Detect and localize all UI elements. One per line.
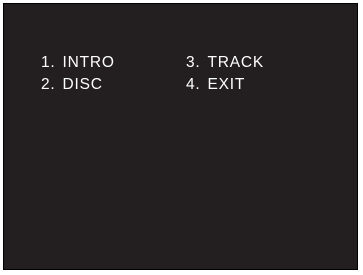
menu-item-label: INTRO [62, 54, 115, 71]
menu-item-exit[interactable]: 4. EXIT [186, 76, 245, 94]
menu-item-track[interactable]: 3. TRACK [186, 54, 264, 72]
menu-item-number: 2. [41, 76, 56, 93]
menu-item-label: DISC [62, 76, 103, 93]
menu-item-label: TRACK [207, 54, 265, 71]
menu-item-intro[interactable]: 1. INTRO [41, 54, 115, 72]
menu-screen: 1. INTRO 2. DISC 3. TRACK 4. EXIT [3, 3, 358, 270]
menu-item-disc[interactable]: 2. DISC [41, 76, 103, 94]
menu-item-number: 4. [186, 76, 201, 93]
menu-item-number: 3. [186, 54, 201, 71]
menu-item-number: 1. [41, 54, 56, 71]
menu-item-label: EXIT [207, 76, 246, 93]
